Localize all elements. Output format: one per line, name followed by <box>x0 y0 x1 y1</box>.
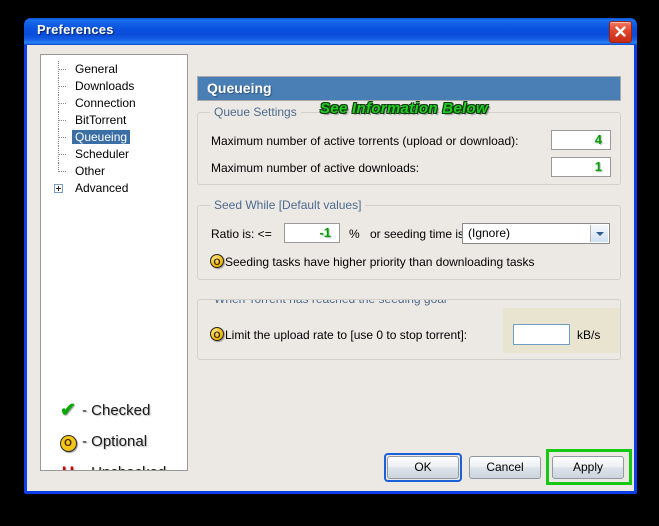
sidebar-item-general[interactable]: General <box>41 61 187 78</box>
seeding-priority-label: Seeding tasks have higher priority than … <box>225 255 535 269</box>
ratio-label: Ratio is: <= <box>211 227 272 241</box>
sidebar-item-downloads[interactable]: Downloads <box>41 78 187 95</box>
green-check-icon: ✔ <box>60 400 76 421</box>
sidebar-item-scheduler[interactable]: Scheduler <box>41 146 187 163</box>
legend-label: - Unchecked <box>82 464 166 470</box>
seed-while-group: Seed While [Default values] Ratio is: <=… <box>197 198 621 280</box>
max-active-downloads-label: Maximum number of active downloads: <box>211 161 420 175</box>
ok-button[interactable]: OK <box>387 456 459 479</box>
cancel-button[interactable]: Cancel <box>469 456 541 479</box>
queue-settings-group: Queue Settings See Information Below Max… <box>197 100 621 185</box>
sidebar-item-queueing[interactable]: Queueing <box>41 129 187 146</box>
sidebar-item-label: Connection <box>75 96 136 110</box>
sidebar-item-label: Queueing <box>72 130 131 144</box>
sidebar-item-bittorrent[interactable]: BitTorrent <box>41 112 187 129</box>
percent-label: % <box>349 227 360 241</box>
max-active-torrents-label: Maximum number of active torrents (uploa… <box>211 134 519 148</box>
sidebar-item-other[interactable]: Other <box>41 163 187 180</box>
sidebar-item-label: General <box>75 62 118 76</box>
page-title-text: Queueing <box>207 80 272 96</box>
gold-optional-icon: O <box>54 431 82 452</box>
max-active-torrents-input[interactable]: 4 <box>551 130 611 150</box>
window-title: Preferences <box>37 22 114 37</box>
sidebar-item-label: BitTorrent <box>75 113 127 127</box>
group-title: Queue Settings <box>210 105 301 119</box>
seeding-goal-group: When Torrent has reached the seeding goa… <box>197 299 621 360</box>
dialog-client-area: General Downloads Connection BitTorrent … <box>27 45 634 491</box>
legend-label: - Checked <box>82 402 151 419</box>
chevron-down-icon[interactable] <box>590 225 608 242</box>
kbps-unit-label: kB/s <box>577 328 601 342</box>
icon-legend: ✔ - Checked O - Optional U <box>54 395 187 471</box>
seeding-time-select[interactable]: (Ignore) <box>462 223 610 244</box>
sidebar-item-advanced[interactable]: Advanced <box>41 180 187 197</box>
sidebar-item-label: Scheduler <box>75 147 130 161</box>
seeding-time-value: (Ignore) <box>468 226 511 240</box>
max-active-downloads-input[interactable]: 1 <box>551 157 611 177</box>
settings-content-panel: Queueing Queue Settings See Information … <box>197 54 621 471</box>
close-x-glyph <box>615 26 626 37</box>
close-icon[interactable] <box>609 21 632 43</box>
settings-tree-panel[interactable]: General Downloads Connection BitTorrent … <box>40 54 188 471</box>
limit-upload-rate-label: Limit the upload rate to [use 0 to stop … <box>225 328 468 342</box>
ratio-input[interactable]: -1 <box>284 223 340 243</box>
group-title: Seed While [Default values] <box>210 198 366 212</box>
legend-row-checked: ✔ - Checked <box>54 395 187 426</box>
seeding-time-label: or seeding time is: <box>370 227 468 241</box>
legend-label: - Optional <box>82 433 148 450</box>
screenshot-frame: Preferences General Downloads Connection <box>0 0 659 526</box>
sidebar-item-label: Other <box>75 164 106 178</box>
window-titlebar: Preferences <box>24 18 637 45</box>
expand-plus-icon[interactable] <box>54 184 63 193</box>
optional-bullet-icon: O <box>210 254 224 268</box>
sidebar-item-connection[interactable]: Connection <box>41 95 187 112</box>
limit-upload-rate-input[interactable] <box>513 324 570 345</box>
legend-row-optional: O - Optional <box>54 426 187 457</box>
legend-row-unchecked: U - Unchecked <box>54 457 187 471</box>
optional-bullet-icon: O <box>210 327 224 341</box>
page-title: Queueing <box>197 76 621 101</box>
preferences-window: Preferences General Downloads Connection <box>24 18 637 494</box>
sidebar-item-label: Advanced <box>75 181 129 195</box>
group-title: When Torrent has reached the seeding goa… <box>210 300 451 306</box>
sidebar-item-label: Downloads <box>75 79 135 93</box>
annotation-see-info-below: See Information Below <box>320 100 488 117</box>
apply-button[interactable]: Apply <box>552 456 624 479</box>
red-unchecked-icon: U <box>54 463 82 471</box>
